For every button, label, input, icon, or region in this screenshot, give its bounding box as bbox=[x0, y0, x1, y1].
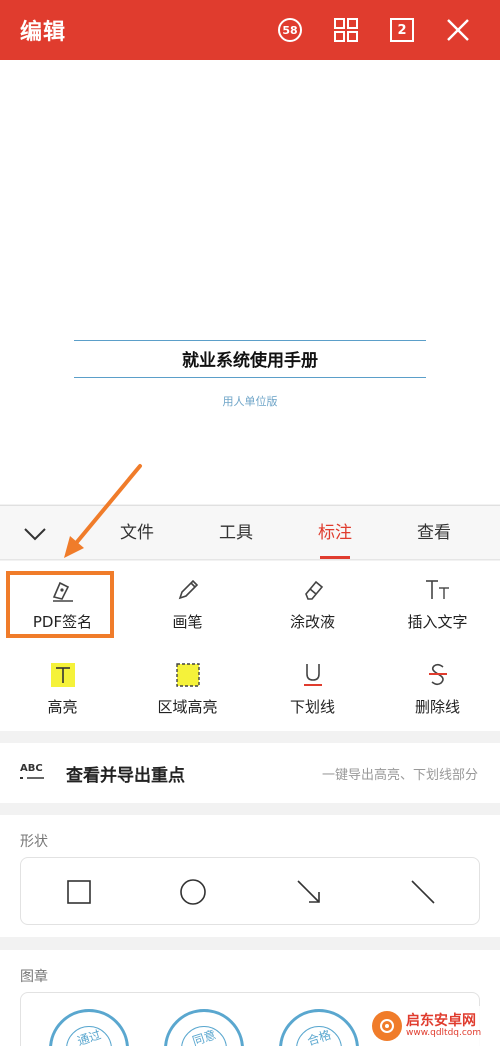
tool-highlight[interactable]: 高亮 bbox=[0, 646, 125, 726]
active-tab-indicator bbox=[320, 556, 350, 559]
shapes-panel bbox=[20, 857, 480, 925]
tool-underline[interactable]: 下划线 bbox=[250, 646, 375, 726]
close-icon bbox=[447, 19, 469, 41]
page-count: 2 bbox=[390, 18, 414, 42]
stamp-agree[interactable]: 同意 bbox=[164, 1009, 244, 1046]
tool-label: 区域高亮 bbox=[157, 698, 218, 716]
tab-view[interactable]: 查看 bbox=[389, 506, 479, 561]
shapes-section: 形状 bbox=[0, 815, 500, 937]
stamp-label: 通过 bbox=[75, 1027, 103, 1046]
watermark: 启东安卓网 www.qdltdq.com bbox=[368, 1006, 500, 1046]
circle-icon bbox=[180, 879, 206, 905]
strikethrough-icon bbox=[428, 663, 447, 686]
text-insert-icon bbox=[425, 580, 449, 599]
grid-view-button[interactable] bbox=[318, 0, 374, 60]
tool-label: 下划线 bbox=[289, 698, 335, 716]
close-button[interactable] bbox=[430, 0, 486, 60]
top-actions: 58 2 bbox=[262, 0, 486, 60]
stamp-label: 同意 bbox=[190, 1027, 218, 1046]
tool-label: 高亮 bbox=[47, 698, 78, 716]
stamp-approved[interactable]: 通过 bbox=[49, 1009, 129, 1046]
chevron-down-icon bbox=[24, 527, 46, 540]
shape-square[interactable] bbox=[63, 876, 95, 908]
export-label: 查看并导出重点 bbox=[66, 765, 185, 786]
pencil-icon bbox=[178, 579, 198, 600]
underline-icon bbox=[303, 664, 322, 686]
shape-circle[interactable] bbox=[177, 876, 209, 908]
shapes-title: 形状 bbox=[20, 834, 48, 850]
highlight-box bbox=[6, 571, 114, 638]
area-highlight-icon bbox=[175, 663, 200, 687]
watermark-name: 启东安卓网 bbox=[406, 1012, 476, 1029]
grid-icon bbox=[334, 18, 358, 42]
watermark-url: www.qdltdq.com bbox=[406, 1027, 482, 1038]
watermark-logo-icon bbox=[372, 1011, 402, 1041]
toolbar-tabs: 文件 工具 标注 查看 bbox=[0, 505, 500, 560]
page-count-button[interactable]: 2 bbox=[374, 0, 430, 60]
tool-area-highlight[interactable]: 区域高亮 bbox=[125, 646, 250, 726]
tool-label: 画笔 bbox=[172, 613, 203, 631]
document-subtitle: 用人单位版 bbox=[222, 395, 278, 408]
abc-icon: ABC bbox=[20, 763, 44, 779]
export-highlights-row[interactable]: ABC 查看并导出重点 一键导出高亮、下划线部分 bbox=[0, 743, 500, 803]
tool-label: 涂改液 bbox=[289, 613, 335, 631]
tool-pen[interactable]: 画笔 bbox=[125, 561, 250, 641]
title-top-rule bbox=[74, 340, 426, 341]
export-hint: 一键导出高亮、下划线部分 bbox=[321, 767, 478, 783]
document-title: 就业系统使用手册 bbox=[182, 351, 318, 371]
tab-tools[interactable]: 工具 bbox=[191, 506, 281, 561]
tool-insert-text[interactable]: 插入文字 bbox=[375, 561, 500, 641]
eraser-icon bbox=[304, 580, 323, 600]
stamp-label: 合格 bbox=[305, 1027, 333, 1046]
tool-correction-fluid[interactable]: 涂改液 bbox=[250, 561, 375, 641]
tab-file[interactable]: 文件 bbox=[92, 506, 182, 561]
square-icon bbox=[67, 880, 91, 904]
badge-count: 58 bbox=[278, 18, 302, 42]
document-canvas[interactable]: 就业系统使用手册 用人单位版 bbox=[0, 60, 500, 504]
tool-label: 插入文字 bbox=[407, 613, 468, 631]
tab-annotate[interactable]: 标注 bbox=[290, 506, 380, 561]
line-icon bbox=[411, 880, 435, 904]
tool-strikethrough[interactable]: 删除线 bbox=[375, 646, 500, 726]
badge-button[interactable]: 58 bbox=[262, 0, 318, 60]
highlight-icon bbox=[50, 663, 75, 687]
abc-icon-text: ABC bbox=[20, 763, 43, 774]
shape-arrow[interactable] bbox=[293, 876, 325, 908]
arrow-icon bbox=[297, 880, 320, 903]
stamps-title: 图章 bbox=[20, 969, 48, 985]
tool-label: 删除线 bbox=[414, 698, 460, 716]
shape-line[interactable] bbox=[407, 876, 439, 908]
collapse-button[interactable] bbox=[0, 506, 70, 561]
stamp-qualified[interactable]: 合格 bbox=[279, 1009, 359, 1046]
title-bottom-rule bbox=[74, 377, 426, 378]
top-bar: 编辑 58 2 bbox=[0, 0, 500, 60]
page-title: 编辑 bbox=[20, 20, 67, 45]
